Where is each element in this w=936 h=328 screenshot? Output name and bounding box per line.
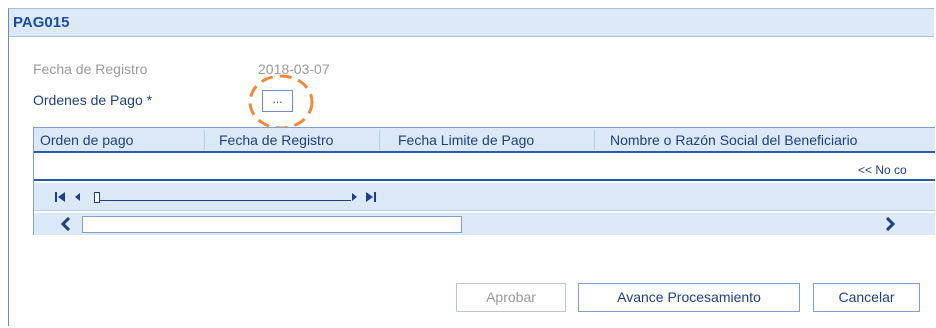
grid-pager — [34, 183, 935, 211]
scroll-right-icon[interactable] — [884, 217, 896, 231]
no-data-message: << No co — [858, 163, 907, 177]
fecha-registro-value: 2018-03-07 — [258, 61, 330, 77]
cancelar-button[interactable]: Cancelar — [813, 283, 920, 312]
aprobar-button[interactable]: Aprobar — [456, 283, 566, 312]
scroll-left-icon[interactable] — [60, 217, 72, 231]
last-page-icon[interactable] — [365, 191, 377, 203]
avance-procesamiento-button[interactable]: Avance Procesamiento — [578, 283, 800, 312]
horizontal-scrollbar[interactable] — [34, 213, 935, 235]
scrollbar-thumb[interactable] — [82, 216, 462, 233]
ordenes-lookup-button[interactable]: ... — [262, 90, 293, 112]
ordenes-grid: Orden de pago Fecha de Registro Fecha Li… — [33, 127, 935, 235]
column-fecha-registro[interactable]: Fecha de Registro — [219, 132, 333, 148]
column-separator — [594, 130, 595, 150]
column-orden-pago[interactable]: Orden de pago — [40, 132, 133, 148]
prev-page-icon[interactable] — [73, 191, 81, 203]
column-fecha-limite[interactable]: Fecha Limite de Pago — [398, 132, 534, 148]
page-slider-track[interactable] — [99, 200, 351, 201]
empty-row: << No co — [34, 153, 935, 181]
grid-header: Orden de pago Fecha de Registro Fecha Li… — [34, 127, 935, 153]
window-titlebar: PAG015 — [9, 9, 934, 37]
column-beneficiario[interactable]: Nombre o Razón Social del Beneficiario — [610, 132, 857, 148]
column-separator — [379, 130, 380, 150]
window-title: PAG015 — [13, 14, 70, 31]
page-slider-thumb[interactable] — [94, 192, 100, 203]
next-page-icon[interactable] — [351, 191, 359, 203]
ordenes-pago-label: Ordenes de Pago * — [33, 92, 153, 108]
first-page-icon[interactable] — [54, 191, 66, 203]
fecha-registro-label: Fecha de Registro — [33, 61, 148, 77]
column-separator — [204, 130, 205, 150]
